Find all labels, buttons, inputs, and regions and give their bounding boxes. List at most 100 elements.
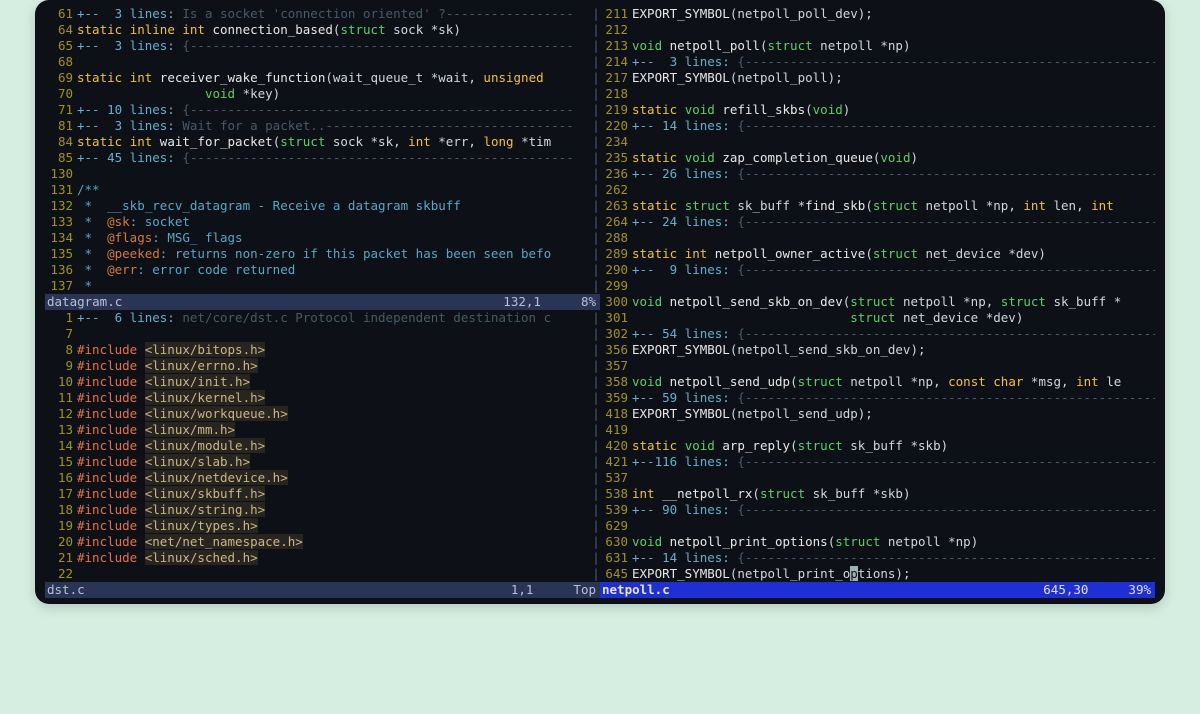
- code-line[interactable]: 288: [600, 230, 1155, 246]
- code-line[interactable]: 631+-- 14 lines: {----------------------…: [600, 550, 1155, 566]
- code-line[interactable]: 212: [600, 22, 1155, 38]
- code-line[interactable]: 420static void arp_reply(struct sk_buff …: [600, 438, 1155, 454]
- code-line[interactable]: 9#include <linux/errno.h>|: [45, 358, 600, 374]
- code-line[interactable]: 236+-- 26 lines: {----------------------…: [600, 166, 1155, 182]
- code-line[interactable]: 300void netpoll_send_skb_on_dev(struct n…: [600, 294, 1155, 310]
- vim-terminal: 61+-- 3 lines: Is a socket 'connection o…: [35, 0, 1165, 604]
- code-line[interactable]: 629: [600, 518, 1155, 534]
- code-line[interactable]: 1+-- 6 lines: net/core/dst.c Protocol in…: [45, 310, 600, 326]
- code-line[interactable]: 302+-- 54 lines: {----------------------…: [600, 326, 1155, 342]
- code-line[interactable]: 20#include <net/net_namespace.h>|: [45, 534, 600, 550]
- code-line[interactable]: 421+--116 lines: {----------------------…: [600, 454, 1155, 470]
- code-line[interactable]: 70 void *key)|: [45, 86, 600, 102]
- code-content: EXPORT_SYMBOL(netpoll_send_udp);: [632, 406, 1155, 422]
- code-line[interactable]: 357: [600, 358, 1155, 374]
- line-number: 1: [45, 310, 77, 326]
- code-line[interactable]: 217EXPORT_SYMBOL(netpoll_poll);: [600, 70, 1155, 86]
- code-content: +-- 14 lines: {-------------------------…: [632, 550, 1155, 566]
- code-line[interactable]: 15#include <linux/slab.h>|: [45, 454, 600, 470]
- code-line[interactable]: 538int __netpoll_rx(struct sk_buff *skb): [600, 486, 1155, 502]
- code-line[interactable]: 235static void zap_completion_queue(void…: [600, 150, 1155, 166]
- line-number: 18: [45, 502, 77, 518]
- vsplit-border: |: [592, 454, 600, 470]
- pane-dst[interactable]: 1+-- 6 lines: net/core/dst.c Protocol in…: [45, 310, 600, 582]
- code-line[interactable]: 65+-- 3 lines: {------------------------…: [45, 38, 600, 54]
- code-line[interactable]: 7|: [45, 326, 600, 342]
- line-number: 290: [600, 262, 632, 278]
- code-line[interactable]: 419: [600, 422, 1155, 438]
- code-line[interactable]: 264+-- 24 lines: {----------------------…: [600, 214, 1155, 230]
- code-line[interactable]: 218: [600, 86, 1155, 102]
- vsplit-border: |: [592, 118, 600, 134]
- code-line[interactable]: 61+-- 3 lines: Is a socket 'connection o…: [45, 6, 600, 22]
- code-line[interactable]: 358void netpoll_send_udp(struct netpoll …: [600, 374, 1155, 390]
- code-line[interactable]: 214+-- 3 lines: {-----------------------…: [600, 54, 1155, 70]
- code-line[interactable]: 21#include <linux/sched.h>|: [45, 550, 600, 566]
- vsplit-border: |: [592, 486, 600, 502]
- code-line[interactable]: 220+-- 14 lines: {----------------------…: [600, 118, 1155, 134]
- code-line[interactable]: 11#include <linux/kernel.h>|: [45, 390, 600, 406]
- code-line[interactable]: 289static int netpoll_owner_active(struc…: [600, 246, 1155, 262]
- code-line[interactable]: 537: [600, 470, 1155, 486]
- code-line[interactable]: 14#include <linux/module.h>|: [45, 438, 600, 454]
- pane-netpoll[interactable]: 211EXPORT_SYMBOL(netpoll_poll_dev);21221…: [600, 6, 1155, 582]
- code-content: #include <linux/bitops.h>: [77, 342, 592, 358]
- code-line[interactable]: 299: [600, 278, 1155, 294]
- code-content: #include <linux/skbuff.h>: [77, 486, 592, 502]
- code-line[interactable]: 10#include <linux/init.h>|: [45, 374, 600, 390]
- code-line[interactable]: 301 struct net_device *dev): [600, 310, 1155, 326]
- code-line[interactable]: 64static inline int connection_based(str…: [45, 22, 600, 38]
- code-line[interactable]: 71+-- 10 lines: {-----------------------…: [45, 102, 600, 118]
- vsplit-border: |: [592, 134, 600, 150]
- line-number: 10: [45, 374, 77, 390]
- code-line[interactable]: 13#include <linux/mm.h>|: [45, 422, 600, 438]
- code-line[interactable]: 84static int wait_for_packet(struct sock…: [45, 134, 600, 150]
- code-line[interactable]: 211EXPORT_SYMBOL(netpoll_poll_dev);: [600, 6, 1155, 22]
- code-line[interactable]: 69static int receiver_wake_function(wait…: [45, 70, 600, 86]
- code-line[interactable]: 17#include <linux/skbuff.h>|: [45, 486, 600, 502]
- code-line[interactable]: 135 * @peeked: returns non-zero if this …: [45, 246, 600, 262]
- code-content: +--116 lines: {-------------------------…: [632, 454, 1155, 470]
- line-number: 219: [600, 102, 632, 118]
- code-line[interactable]: 16#include <linux/netdevice.h>|: [45, 470, 600, 486]
- code-line[interactable]: 539+-- 90 lines: {----------------------…: [600, 502, 1155, 518]
- code-line[interactable]: 133 * @sk: socket|: [45, 214, 600, 230]
- vsplit-border: |: [592, 262, 600, 278]
- code-line[interactable]: 132 * __skb_recv_datagram - Receive a da…: [45, 198, 600, 214]
- line-number: 220: [600, 118, 632, 134]
- code-line[interactable]: 12#include <linux/workqueue.h>|: [45, 406, 600, 422]
- code-line[interactable]: 8#include <linux/bitops.h>|: [45, 342, 600, 358]
- code-content: [77, 326, 592, 342]
- line-number: 539: [600, 502, 632, 518]
- vsplit-border: |: [592, 6, 600, 22]
- code-line[interactable]: 137 *|: [45, 278, 600, 294]
- line-number: 218: [600, 86, 632, 102]
- code-line[interactable]: 290+-- 9 lines: {-----------------------…: [600, 262, 1155, 278]
- code-line[interactable]: 85+-- 45 lines: {-----------------------…: [45, 150, 600, 166]
- code-line[interactable]: 213void netpoll_poll(struct netpoll *np): [600, 38, 1155, 54]
- code-line[interactable]: 359+-- 59 lines: {----------------------…: [600, 390, 1155, 406]
- line-number: 538: [600, 486, 632, 502]
- code-line[interactable]: 630void netpoll_print_options(struct net…: [600, 534, 1155, 550]
- code-line[interactable]: 18#include <linux/string.h>|: [45, 502, 600, 518]
- code-line[interactable]: 130|: [45, 166, 600, 182]
- code-content: +-- 45 lines: {-------------------------…: [77, 150, 592, 166]
- code-content: * @sk: socket: [77, 214, 592, 230]
- code-line[interactable]: 262: [600, 182, 1155, 198]
- code-line[interactable]: 131/**|: [45, 182, 600, 198]
- pane-datagram[interactable]: 61+-- 3 lines: Is a socket 'connection o…: [45, 6, 600, 294]
- code-line[interactable]: 263static struct sk_buff *find_skb(struc…: [600, 198, 1155, 214]
- code-line[interactable]: 68|: [45, 54, 600, 70]
- code-line[interactable]: 234: [600, 134, 1155, 150]
- code-line[interactable]: 19#include <linux/types.h>|: [45, 518, 600, 534]
- code-line[interactable]: 219static void refill_skbs(void): [600, 102, 1155, 118]
- code-content: void netpoll_poll(struct netpoll *np): [632, 38, 1155, 54]
- code-line[interactable]: 136 * @err: error code returned|: [45, 262, 600, 278]
- code-line[interactable]: 418EXPORT_SYMBOL(netpoll_send_udp);: [600, 406, 1155, 422]
- code-line[interactable]: 22|: [45, 566, 600, 582]
- code-line[interactable]: 134 * @flags: MSG_ flags|: [45, 230, 600, 246]
- code-line[interactable]: 645EXPORT_SYMBOL(netpoll_print_options);: [600, 566, 1155, 582]
- code-content: +-- 3 lines: Is a socket 'connection ori…: [77, 6, 592, 22]
- code-line[interactable]: 81+-- 3 lines: Wait for a packet..------…: [45, 118, 600, 134]
- code-line[interactable]: 356EXPORT_SYMBOL(netpoll_send_skb_on_dev…: [600, 342, 1155, 358]
